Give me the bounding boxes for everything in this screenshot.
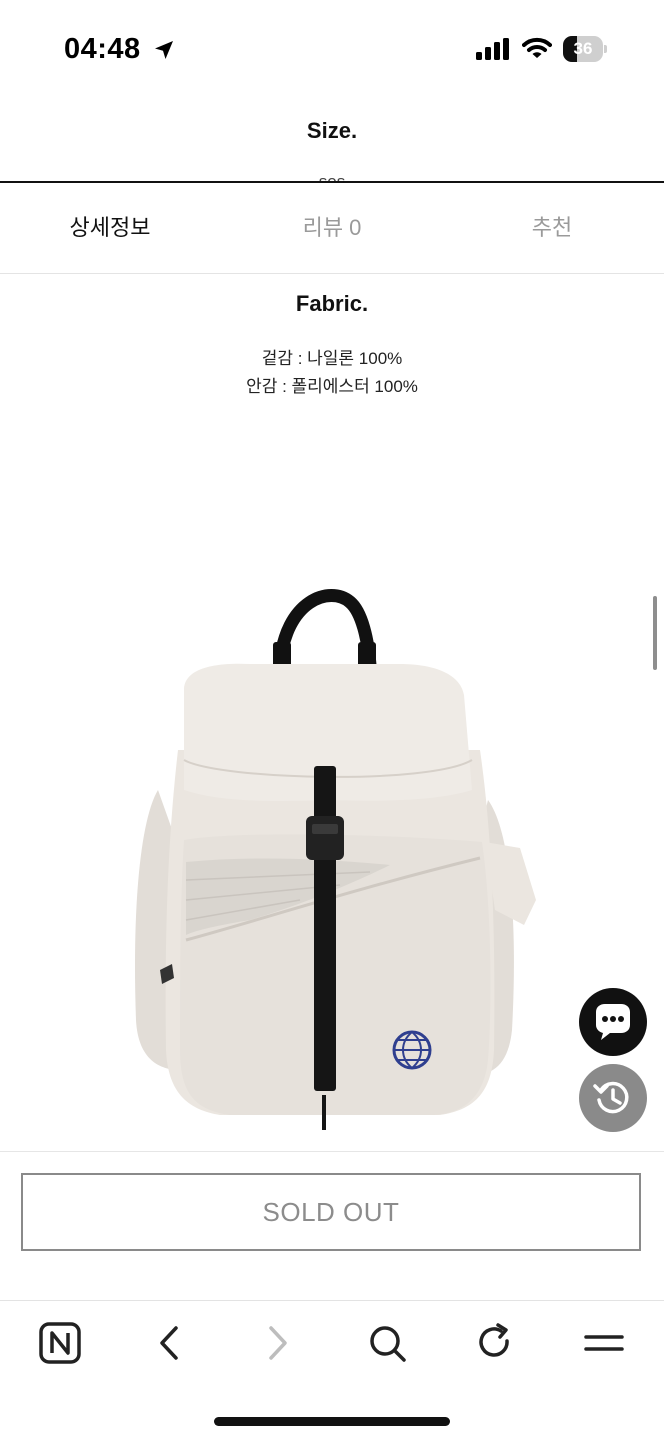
battery-level: 36 (573, 39, 593, 58)
fabric-title: Fabric. (295, 291, 369, 316)
size-title: Size. (306, 118, 358, 143)
sold-out-button[interactable]: SOLD OUT (21, 1173, 641, 1251)
tab-reviews[interactable]: 리뷰 0 (262, 183, 402, 273)
wifi-icon (522, 37, 552, 58)
cellular-signal-icon (476, 38, 509, 60)
backpack-image (134, 589, 536, 1130)
chat-bubble-icon (596, 1004, 630, 1040)
home-indicator[interactable] (214, 1417, 450, 1426)
search-icon[interactable] (359, 1319, 415, 1367)
tab-recommend[interactable]: 추천 (482, 183, 622, 273)
battery-cap (604, 45, 607, 53)
naver-home-icon[interactable] (32, 1319, 88, 1367)
fabric-outer: 겉감 : 나일론 100% (261, 349, 403, 368)
back-icon[interactable] (141, 1319, 197, 1367)
fabric-lining: 안감 : 폴리에스터 100% (246, 377, 418, 396)
tab-detail-info[interactable]: 상세정보 (40, 183, 180, 273)
recent-history-icon (593, 1081, 629, 1114)
status-bar: 04:48 36 (0, 0, 664, 100)
status-time: 04:48 (64, 33, 141, 65)
size-value-clip: sos (0, 166, 664, 182)
browser-toolbar (0, 1300, 664, 1441)
scrollbar-thumb[interactable] (653, 596, 657, 670)
battery-body: 36 (563, 36, 603, 62)
battery-icon: 36 (563, 36, 607, 62)
recent-history-button[interactable] (579, 1064, 647, 1132)
chat-button[interactable] (579, 988, 647, 1056)
content-divider (0, 1151, 664, 1152)
refresh-icon[interactable] (467, 1319, 523, 1367)
detail-tabs: 상세정보 리뷰 0 추천 (0, 181, 664, 274)
menu-icon[interactable] (576, 1319, 632, 1367)
location-arrow-icon (155, 41, 173, 59)
forward-icon[interactable] (250, 1319, 306, 1367)
